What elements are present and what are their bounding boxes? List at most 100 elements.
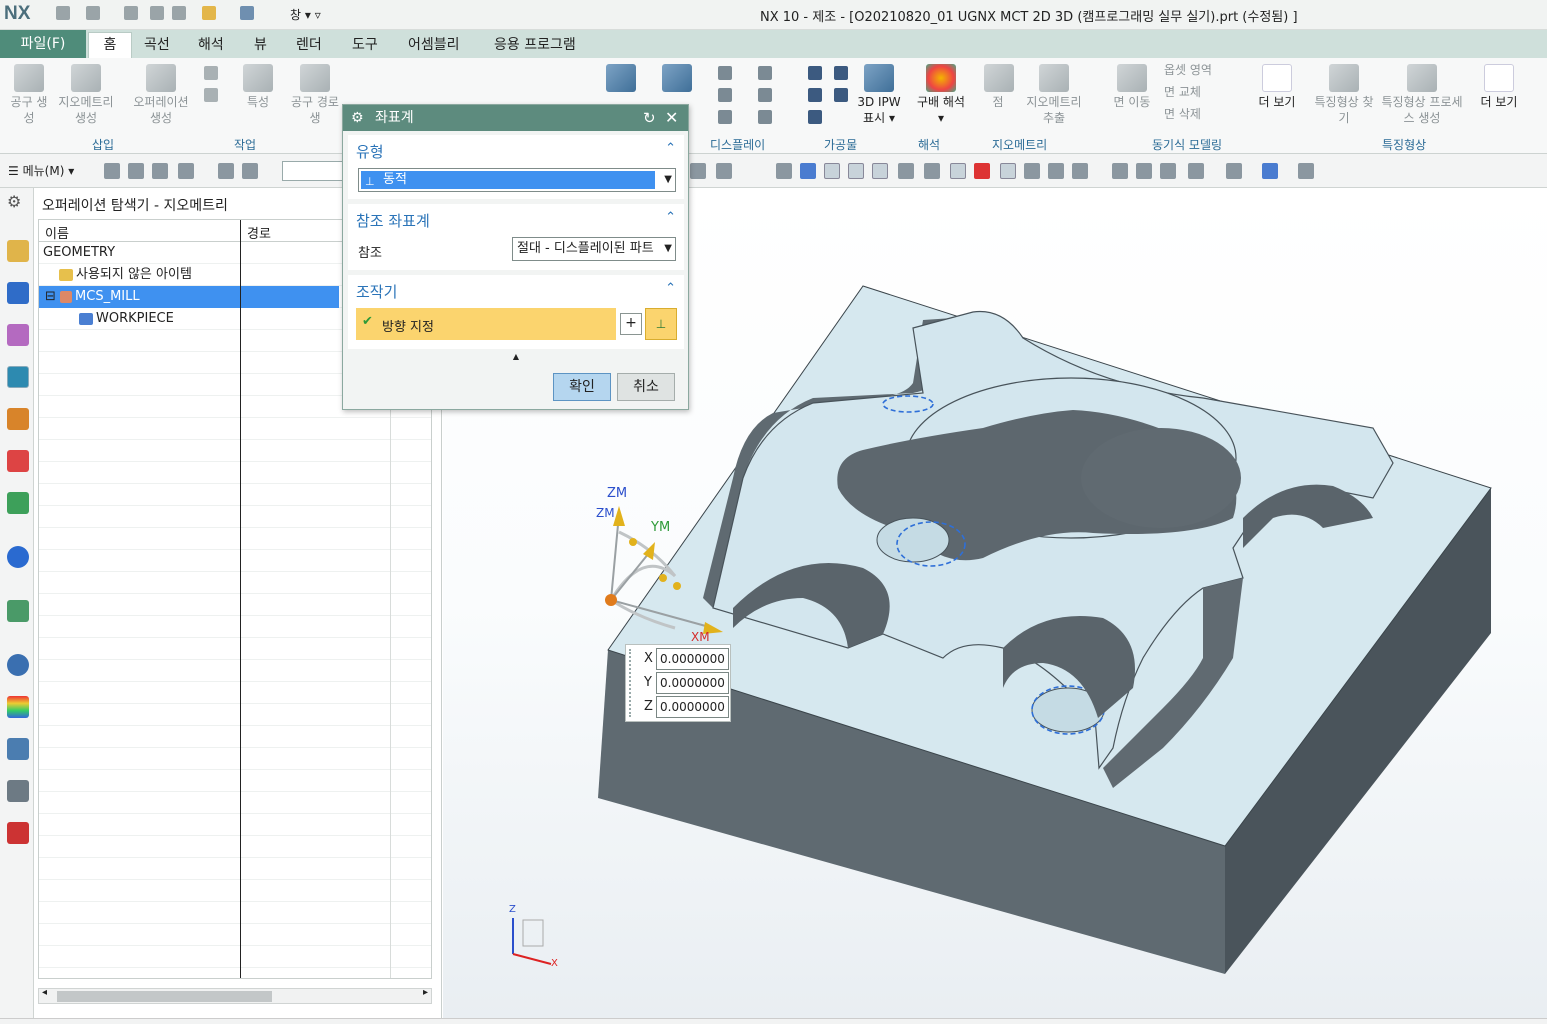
scroll-left-icon[interactable]: ◂ (42, 987, 47, 998)
info-icon[interactable] (7, 546, 29, 568)
specify-orientation-row[interactable]: ✔ 방향 지정 (356, 308, 616, 340)
tb-icon-2[interactable] (128, 163, 144, 179)
library-icon[interactable] (7, 492, 29, 514)
face-delete-button[interactable]: 면 삭제 (1164, 106, 1244, 122)
geometry-extract-button[interactable]: 지오메트리 추출 (1020, 64, 1088, 126)
tb-icon-8[interactable] (716, 163, 732, 179)
workpiece-icon-1[interactable] (808, 66, 822, 80)
type-select[interactable]: 동적 ⊥ ▼ (358, 168, 676, 192)
display-icon-3[interactable] (718, 88, 732, 102)
view-rotate-icon[interactable] (1160, 163, 1176, 179)
start-icon[interactable] (202, 6, 216, 20)
tb-icon-5[interactable] (218, 163, 234, 179)
render-style-icon[interactable] (1226, 163, 1242, 179)
feature-process-button[interactable]: 특징형상 프로세스 생성 (1378, 64, 1466, 126)
ipw-display-button[interactable]: 3D IPW 표시 ▾ (852, 64, 906, 126)
column-name-header[interactable]: 이름 (45, 223, 69, 242)
tool-path-button[interactable]: 공구 경로 생 (288, 64, 342, 126)
scroll-thumb[interactable] (57, 991, 272, 1002)
history-icon[interactable] (7, 654, 29, 676)
workpiece-icon-2[interactable] (834, 66, 848, 80)
tab-render[interactable]: 렌더 (296, 34, 322, 54)
snap-center-icon[interactable] (950, 163, 966, 179)
scroll-right-icon[interactable]: ▸ (423, 987, 428, 998)
manipulator-section-header[interactable]: 조작기 (356, 281, 397, 302)
view-zoom-icon[interactable] (1136, 163, 1152, 179)
touch-mode-icon[interactable] (240, 6, 254, 20)
cut-icon[interactable] (124, 6, 138, 20)
robot-icon[interactable] (7, 780, 29, 802)
snap-end-icon[interactable] (848, 163, 864, 179)
snap-bound-icon[interactable] (1072, 163, 1088, 179)
tab-view[interactable]: 뷰 (254, 34, 267, 54)
dialog-title-bar[interactable]: ⚙ 좌표계 ↻ ✕ (343, 105, 688, 131)
snap-mid-icon[interactable] (872, 163, 888, 179)
chevron-up-icon[interactable]: ⌃ (665, 210, 676, 225)
snap-face-icon[interactable] (1048, 163, 1064, 179)
save-icon[interactable] (56, 6, 70, 20)
operation-navigator-icon[interactable] (7, 366, 29, 388)
machine-tool-navigator-icon[interactable] (7, 408, 29, 430)
type-section-header[interactable]: 유형 (356, 141, 384, 162)
tb-icon-3[interactable] (152, 163, 168, 179)
copy-icon[interactable] (150, 6, 164, 20)
view-fit-icon[interactable] (1112, 163, 1128, 179)
constraint-navigator-icon[interactable] (7, 282, 29, 304)
cancel-button[interactable]: 취소 (617, 373, 675, 401)
tab-applications[interactable]: 응용 프로그램 (494, 34, 576, 54)
snap-curve-icon[interactable] (898, 163, 914, 179)
rotate-handle-3[interactable] (629, 538, 637, 546)
rotate-handle-2[interactable] (673, 582, 681, 590)
display-icon-4[interactable] (758, 88, 772, 102)
tb-icon-10[interactable] (800, 163, 816, 179)
snap-point-icon[interactable] (824, 163, 840, 179)
column-path-header[interactable]: 경로 (247, 223, 271, 242)
display-icon-6[interactable] (758, 110, 772, 124)
workpiece-icon-3[interactable] (808, 88, 822, 102)
workpiece-icon-4[interactable] (834, 88, 848, 102)
small-insert-icon-2[interactable] (204, 88, 218, 102)
display-icon-5[interactable] (718, 110, 732, 124)
chevron-up-icon[interactable]: ⌃ (665, 281, 676, 296)
ok-button[interactable]: 확인 (553, 373, 611, 401)
reset-icon[interactable]: ↻ (643, 105, 656, 131)
tb-icon-9[interactable] (776, 163, 792, 179)
more-button-1[interactable]: 더 보기 (1254, 64, 1300, 110)
workpiece-icon-5[interactable] (808, 110, 822, 124)
tab-curve[interactable]: 곡선 (144, 34, 170, 54)
tb-icon-1[interactable] (104, 163, 120, 179)
tb-icon-7[interactable] (690, 163, 706, 179)
file-tab[interactable]: 파일(F) (0, 30, 86, 58)
origin-handle[interactable] (605, 594, 617, 606)
tab-tools[interactable]: 도구 (352, 34, 378, 54)
property-button[interactable]: 특성 (238, 64, 278, 110)
tb-icon-6[interactable] (242, 163, 258, 179)
csys-dialog-icon[interactable]: ⊥ (645, 308, 677, 340)
view-more-icon[interactable] (1298, 163, 1314, 179)
collapse-up-icon[interactable]: ▲ (348, 351, 684, 363)
snap-existing-icon[interactable] (1000, 163, 1016, 179)
palette-icon[interactable] (7, 696, 29, 718)
small-insert-icon[interactable] (204, 66, 218, 80)
face-move-button[interactable]: 면 이동 (1108, 64, 1156, 110)
operation-create-button[interactable]: 오퍼레이션 생성 (126, 64, 196, 126)
face-replace-button[interactable]: 면 교체 (1164, 84, 1244, 100)
snap-line-icon[interactable] (1024, 163, 1040, 179)
more-ops-button[interactable] (658, 64, 696, 94)
reuse-library-icon[interactable] (7, 822, 29, 844)
offset-region-button[interactable]: 옵셋 영역 (1164, 62, 1244, 78)
x-coordinate-input[interactable]: 0.0000000 (656, 648, 729, 670)
feature-navigator-icon[interactable] (7, 450, 29, 472)
web-browser-icon[interactable] (7, 600, 29, 622)
display-icon-1[interactable] (718, 66, 732, 80)
z-coordinate-input[interactable]: 0.0000000 (656, 696, 729, 718)
part-navigator-icon[interactable] (7, 324, 29, 346)
tab-home[interactable]: 홈 (88, 32, 132, 58)
close-icon[interactable]: ✕ (665, 105, 678, 131)
assembly-navigator-icon[interactable] (7, 240, 29, 262)
y-coordinate-input[interactable]: 0.0000000 (656, 672, 729, 694)
tab-assembly[interactable]: 어셈블리 (408, 34, 460, 54)
tree-row-mcs-mill[interactable]: ⊟ MCS_MILL (39, 286, 339, 308)
menu-button[interactable]: ☰ 메뉴(M) ▾ (8, 162, 74, 179)
rotate-handle-1[interactable] (659, 574, 667, 582)
